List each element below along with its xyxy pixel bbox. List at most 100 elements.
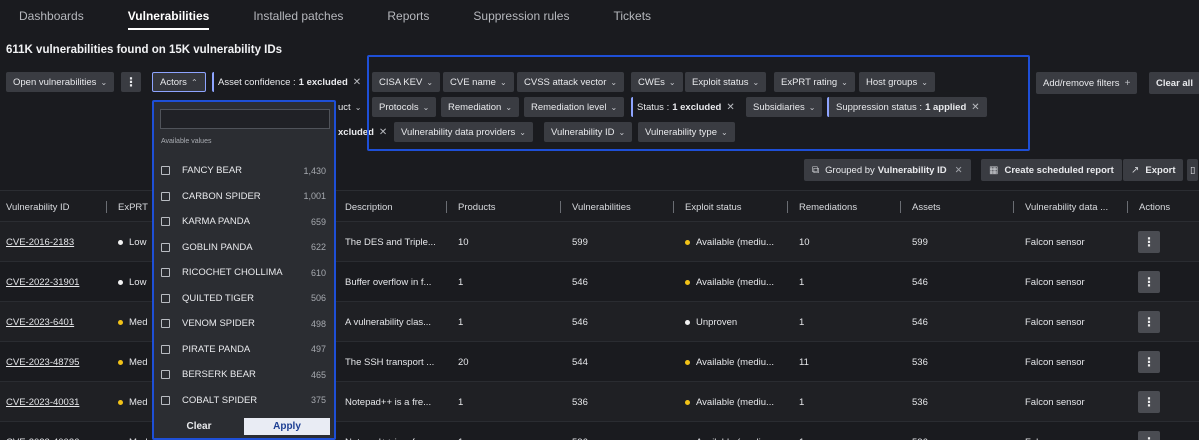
column-exploit-status[interactable]: Exploit status bbox=[673, 191, 742, 223]
vulnerability-id-link[interactable]: CVE-2022-31901 bbox=[6, 262, 79, 302]
actor-option[interactable]: QUILTED TIGER 506 bbox=[154, 286, 334, 312]
assets-value-text: 599 bbox=[912, 236, 928, 248]
vulnerability-id-link[interactable]: CVE-2023-40036 bbox=[6, 422, 79, 440]
column-vulnerabilities[interactable]: Vulnerabilities bbox=[560, 191, 631, 223]
column-products[interactable]: Products bbox=[446, 191, 496, 223]
assets-value-text: 536 bbox=[912, 437, 928, 440]
export-button[interactable]: ↗ Export bbox=[1123, 159, 1184, 181]
column-remediations[interactable]: Remediations bbox=[786, 191, 857, 223]
remediation-level-filter[interactable]: Remediation level ⌄ bbox=[524, 97, 625, 117]
filter-options-kebab[interactable]: ⋮ bbox=[121, 72, 141, 92]
subsidiaries-filter[interactable]: Subsidiaries ⌄ bbox=[746, 97, 823, 117]
actor-checkbox[interactable] bbox=[161, 293, 170, 303]
actor-option-count: 465 bbox=[310, 369, 326, 380]
cwes-filter[interactable]: CWEs ⌄ bbox=[631, 72, 683, 92]
asset-confidence-label: Asset confidence : bbox=[218, 76, 296, 88]
column-assets[interactable]: Assets bbox=[900, 191, 941, 223]
tab-installed-patches[interactable]: Installed patches bbox=[253, 0, 343, 32]
apply-button[interactable]: Apply bbox=[244, 418, 330, 435]
open-vulnerabilities-select[interactable]: Open vulnerabilities ⌄ bbox=[6, 72, 115, 92]
products-value: 10 bbox=[458, 222, 469, 262]
protocols-filter[interactable]: Protocols ⌄ bbox=[372, 97, 437, 117]
row-actions-button[interactable]: ⋮ bbox=[1138, 431, 1160, 440]
suppression-status-filter[interactable]: Suppression status :1 applied ✕ bbox=[827, 97, 987, 117]
tab-reports[interactable]: Reports bbox=[387, 0, 429, 32]
remove-filter-icon[interactable]: ✕ bbox=[726, 102, 734, 113]
asset-confidence-filter[interactable]: Asset confidence :1 excluded ✕ bbox=[212, 72, 365, 92]
actor-option[interactable]: CARBON SPIDER 1,001 bbox=[154, 184, 334, 210]
status-filter[interactable]: Status :1 excluded ✕ bbox=[631, 97, 739, 117]
column-vulnerability-data[interactable]: Vulnerability data ... bbox=[1012, 191, 1108, 223]
vulnerability-id-filter[interactable]: Vulnerability ID ⌄ bbox=[544, 122, 633, 142]
group-by-button[interactable]: ⧉ Grouped by Vulnerability ID ✕ bbox=[804, 159, 971, 181]
remediation-filter[interactable]: Remediation ⌄ bbox=[441, 97, 520, 117]
cisa-kev-filter[interactable]: CISA KEV ⌄ bbox=[372, 72, 441, 92]
vulnerability-id-link[interactable]: CVE-2016-2183 bbox=[6, 222, 74, 262]
actor-checkbox[interactable] bbox=[161, 395, 170, 405]
actor-option[interactable]: KARMA PANDA 659 bbox=[154, 209, 334, 235]
column-vulnerability-id[interactable]: Vulnerability ID bbox=[6, 191, 70, 223]
tab-suppression-rules[interactable]: Suppression rules bbox=[473, 0, 569, 32]
clear-button[interactable]: Clear bbox=[154, 418, 244, 435]
actor-option[interactable]: BERSERK BEAR 465 bbox=[154, 362, 334, 388]
actor-checkbox[interactable] bbox=[161, 191, 170, 201]
row-actions-button[interactable]: ⋮ bbox=[1138, 231, 1160, 253]
row-actions-button[interactable]: ⋮ bbox=[1138, 391, 1160, 413]
actor-option[interactable]: GOBLIN PANDA 622 bbox=[154, 235, 334, 261]
actor-checkbox[interactable] bbox=[161, 166, 170, 176]
row-actions-button[interactable]: ⋮ bbox=[1138, 351, 1160, 373]
exploit-status-filter[interactable]: Exploit status ⌄ bbox=[685, 72, 767, 92]
columns-button[interactable]: ▯ bbox=[1187, 159, 1199, 181]
actors-filter[interactable]: Actors ⌃ bbox=[152, 72, 206, 92]
remove-grouping-icon[interactable]: ✕ bbox=[955, 165, 963, 176]
clear-all-button[interactable]: Clear all bbox=[1149, 72, 1199, 94]
column-description[interactable]: Description bbox=[345, 191, 393, 223]
remove-filter-icon[interactable]: ✕ bbox=[379, 127, 387, 138]
product-filter-partial[interactable]: uct ⌄ bbox=[334, 97, 365, 117]
actor-option[interactable]: PIRATE PANDA 497 bbox=[154, 337, 334, 363]
add-remove-filters-button[interactable]: Add/remove filters + bbox=[1036, 72, 1138, 94]
actor-option[interactable]: VENOM SPIDER 498 bbox=[154, 311, 334, 337]
actor-checkbox[interactable] bbox=[161, 319, 170, 329]
column-exprt[interactable]: ExPRT bbox=[106, 191, 148, 223]
exploit-status-value-text: Unproven bbox=[696, 316, 738, 328]
vulnerability-id-link[interactable]: CVE-2023-48795 bbox=[6, 342, 79, 382]
actor-checkbox[interactable] bbox=[161, 344, 170, 354]
row-actions-button[interactable]: ⋮ bbox=[1138, 271, 1160, 293]
vulnerability-id-link[interactable]: CVE-2023-40031 bbox=[6, 382, 79, 422]
host-groups-filter[interactable]: Host groups ⌄ bbox=[859, 72, 935, 92]
remediations-value: 10 bbox=[799, 222, 810, 262]
vulnerability-type-filter[interactable]: Vulnerability type ⌄ bbox=[638, 122, 735, 142]
actor-option[interactable]: FANCY BEAR 1,430 bbox=[154, 158, 334, 184]
remove-filter-icon[interactable]: ✕ bbox=[353, 77, 361, 88]
products-value-text: 20 bbox=[458, 356, 469, 368]
vulnerability-data-provider-value: Falcon sensor bbox=[1025, 422, 1085, 440]
actor-option-count: 622 bbox=[310, 242, 326, 253]
cvss-attack-vector-filter[interactable]: CVSS attack vector ⌄ bbox=[517, 72, 625, 92]
actor-option[interactable]: COBALT SPIDER 375 bbox=[154, 388, 334, 414]
create-scheduled-report-button[interactable]: ▦ Create scheduled report bbox=[981, 159, 1122, 181]
vulnerability-id-link-text: CVE-2023-48795 bbox=[6, 356, 80, 368]
tab-vulnerabilities[interactable]: Vulnerabilities bbox=[127, 0, 209, 32]
actors-search-input[interactable] bbox=[160, 109, 330, 129]
description-value-text: Buffer overflow in f... bbox=[345, 276, 432, 288]
tab-tickets[interactable]: Tickets bbox=[613, 0, 651, 32]
exprt-rating-filter[interactable]: ExPRT rating ⌄ bbox=[774, 72, 855, 92]
actor-checkbox[interactable] bbox=[161, 217, 170, 227]
actor-checkbox[interactable] bbox=[161, 242, 170, 252]
remediations-value-text: 10 bbox=[799, 236, 810, 248]
assets-value-text: 546 bbox=[912, 316, 928, 328]
exploit-status-value: Available (mediu... bbox=[685, 342, 774, 382]
vulnerability-data-providers-filter[interactable]: Vulnerability data providers ⌄ bbox=[394, 122, 533, 142]
vulnerability-id-link[interactable]: CVE-2023-6401 bbox=[6, 302, 74, 342]
actor-option-count: 1,430 bbox=[303, 165, 326, 176]
row-actions-button[interactable]: ⋮ bbox=[1138, 311, 1160, 333]
remove-filter-icon[interactable]: ✕ bbox=[971, 102, 979, 113]
actor-checkbox[interactable] bbox=[161, 268, 170, 278]
excluded-filter-partial[interactable]: xcluded ✕ bbox=[334, 122, 391, 142]
actor-option[interactable]: RICOCHET CHOLLIMA 610 bbox=[154, 260, 334, 286]
tab-dashboards[interactable]: Dashboards bbox=[19, 0, 84, 32]
cve-name-filter[interactable]: CVE name ⌄ bbox=[443, 72, 514, 92]
actor-checkbox[interactable] bbox=[161, 370, 170, 380]
exprt-rating-value: Med bbox=[118, 422, 147, 440]
